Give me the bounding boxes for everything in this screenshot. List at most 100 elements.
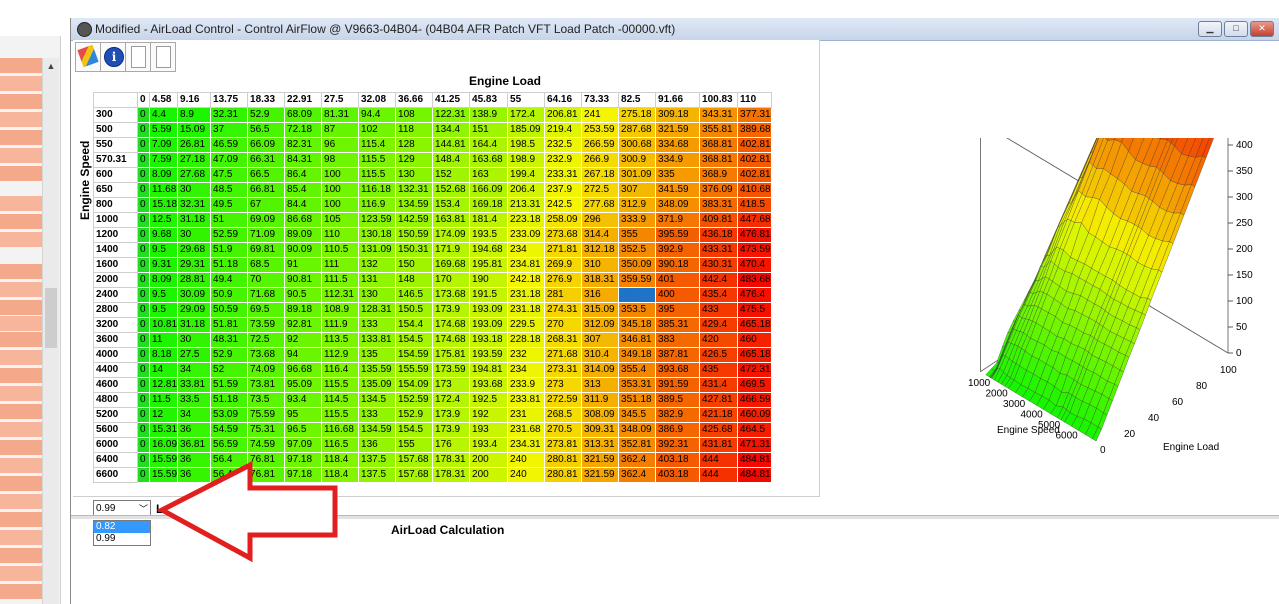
table-cell[interactable]: 134.5 xyxy=(358,392,397,408)
table-cell[interactable]: 74.09 xyxy=(247,362,286,378)
table-cell[interactable]: 308.09 xyxy=(581,407,620,423)
table-cell[interactable]: 115.4 xyxy=(358,137,397,153)
table-cell[interactable]: 385.31 xyxy=(655,317,701,333)
table-cell[interactable]: 403.18 xyxy=(655,467,701,483)
table-cell[interactable]: 142.59 xyxy=(395,212,434,228)
table-cell[interactable]: 390.18 xyxy=(655,257,701,273)
table-cell[interactable]: 233.09 xyxy=(507,227,546,243)
table-cell[interactable]: 0 xyxy=(137,407,150,423)
table-cell[interactable]: 273.68 xyxy=(544,227,583,243)
row-header[interactable]: 1200 xyxy=(93,227,138,243)
table-cell[interactable]: 314.09 xyxy=(581,362,620,378)
column-header[interactable]: 73.33 xyxy=(581,92,620,108)
table-cell[interactable]: 15.31 xyxy=(148,422,179,438)
left-list-item[interactable] xyxy=(0,264,42,279)
table-cell[interactable]: 52 xyxy=(210,362,249,378)
table-cell[interactable]: 401 xyxy=(655,272,701,288)
table-cell[interactable]: 321.59 xyxy=(581,467,620,483)
table-cell[interactable]: 34 xyxy=(177,362,212,378)
table-cell[interactable]: 310 xyxy=(581,257,620,273)
table-cell[interactable]: 387.81 xyxy=(655,347,701,363)
table-cell[interactable]: 402.81 xyxy=(737,167,772,183)
table-cell[interactable]: 116.9 xyxy=(358,197,397,213)
table-cell[interactable]: 37 xyxy=(210,122,249,138)
table-cell[interactable]: 266.59 xyxy=(581,137,620,153)
row-header[interactable]: 1000 xyxy=(93,212,138,228)
table-cell[interactable]: 9.5 xyxy=(148,242,179,258)
table-cell[interactable]: 270 xyxy=(544,317,583,333)
left-list-item[interactable] xyxy=(0,300,42,315)
table-cell[interactable]: 48.31 xyxy=(210,332,249,348)
table-cell[interactable]: 116.5 xyxy=(321,437,360,453)
table-cell[interactable]: 377.31 xyxy=(737,107,772,123)
table-cell[interactable]: 131 xyxy=(358,272,397,288)
table-cell[interactable]: 137.5 xyxy=(358,467,397,483)
table-cell[interactable]: 52.9 xyxy=(210,347,249,363)
table-cell[interactable]: 178.31 xyxy=(432,452,471,468)
table-cell[interactable]: 173.59 xyxy=(432,362,471,378)
table-cell[interactable]: 53.09 xyxy=(210,407,249,423)
row-header[interactable]: 2400 xyxy=(93,287,138,303)
column-header[interactable]: 13.75 xyxy=(210,92,249,108)
table-cell[interactable]: 345.5 xyxy=(618,407,657,423)
table-cell[interactable]: 335 xyxy=(655,167,701,183)
left-list-item[interactable] xyxy=(0,112,42,127)
table-cell[interactable]: 36.81 xyxy=(177,437,212,453)
table-cell[interactable]: 130 xyxy=(358,287,397,303)
left-list-item[interactable] xyxy=(0,148,42,163)
table-cell[interactable]: 309.31 xyxy=(581,422,620,438)
table-cell[interactable]: 133 xyxy=(358,317,397,333)
table-cell[interactable]: 234 xyxy=(507,242,546,258)
table-cell[interactable]: 32.31 xyxy=(177,197,212,213)
table-cell[interactable]: 276.9 xyxy=(544,272,583,288)
table-cell[interactable]: 69.5 xyxy=(247,302,286,318)
table-cell[interactable]: 389.5 xyxy=(655,392,701,408)
table-cell[interactable]: 154.09 xyxy=(395,377,434,393)
column-header[interactable]: 91.66 xyxy=(655,92,701,108)
table-cell[interactable]: 355 xyxy=(618,227,657,243)
table-cell[interactable]: 155 xyxy=(395,437,434,453)
column-header[interactable]: 18.33 xyxy=(247,92,286,108)
table-cell[interactable]: 241 xyxy=(581,107,620,123)
table-cell[interactable]: 426.5 xyxy=(699,347,739,363)
column-header[interactable]: 27.5 xyxy=(321,92,360,108)
table-cell[interactable]: 111 xyxy=(321,257,360,273)
left-list-item[interactable] xyxy=(0,548,42,563)
table-cell[interactable]: 464.5 xyxy=(737,422,772,438)
table-cell[interactable]: 89.18 xyxy=(284,302,323,318)
table-cell[interactable]: 314.4 xyxy=(581,227,620,243)
table-cell[interactable]: 0 xyxy=(137,467,150,483)
table-cell[interactable]: 484.81 xyxy=(737,467,772,483)
table-cell[interactable]: 275.18 xyxy=(618,107,657,123)
table-cell[interactable]: 98 xyxy=(321,152,360,168)
left-list-item[interactable] xyxy=(0,512,42,527)
table-cell[interactable]: 352.81 xyxy=(618,437,657,453)
table-cell[interactable]: 0 xyxy=(137,347,150,363)
table-cell[interactable]: 0 xyxy=(137,452,150,468)
table-cell[interactable]: 433.31 xyxy=(699,242,739,258)
table-cell[interactable]: 190 xyxy=(469,272,509,288)
table-cell[interactable]: 351.18 xyxy=(618,392,657,408)
table-cell[interactable]: 7.09 xyxy=(148,137,179,153)
table-cell[interactable]: 315.09 xyxy=(581,302,620,318)
table-cell[interactable]: 0 xyxy=(137,107,150,123)
table-cell[interactable]: 444 xyxy=(699,467,739,483)
table-cell[interactable]: 9.31 xyxy=(148,257,179,273)
table-cell[interactable]: 31.18 xyxy=(177,212,212,228)
row-header[interactable]: 6000 xyxy=(93,437,138,453)
table-cell[interactable]: 92 xyxy=(284,332,323,348)
table-cell[interactable]: 392.31 xyxy=(655,437,701,453)
table-cell[interactable]: 9.68 xyxy=(148,227,179,243)
table-cell[interactable]: 193.68 xyxy=(469,377,509,393)
table-cell[interactable]: 343.31 xyxy=(699,107,739,123)
table-cell[interactable]: 200 xyxy=(469,452,509,468)
table-cell[interactable]: 27.68 xyxy=(177,167,212,183)
table-cell[interactable]: 311.9 xyxy=(581,392,620,408)
table-cell[interactable]: 321.59 xyxy=(581,452,620,468)
table-cell[interactable]: 73.81 xyxy=(247,377,286,393)
column-header[interactable]: 22.91 xyxy=(284,92,323,108)
table-cell[interactable]: 51.18 xyxy=(210,392,249,408)
row-header[interactable]: 4800 xyxy=(93,392,138,408)
left-list-item[interactable] xyxy=(0,422,42,437)
table-cell[interactable]: 353.5 xyxy=(618,302,657,318)
